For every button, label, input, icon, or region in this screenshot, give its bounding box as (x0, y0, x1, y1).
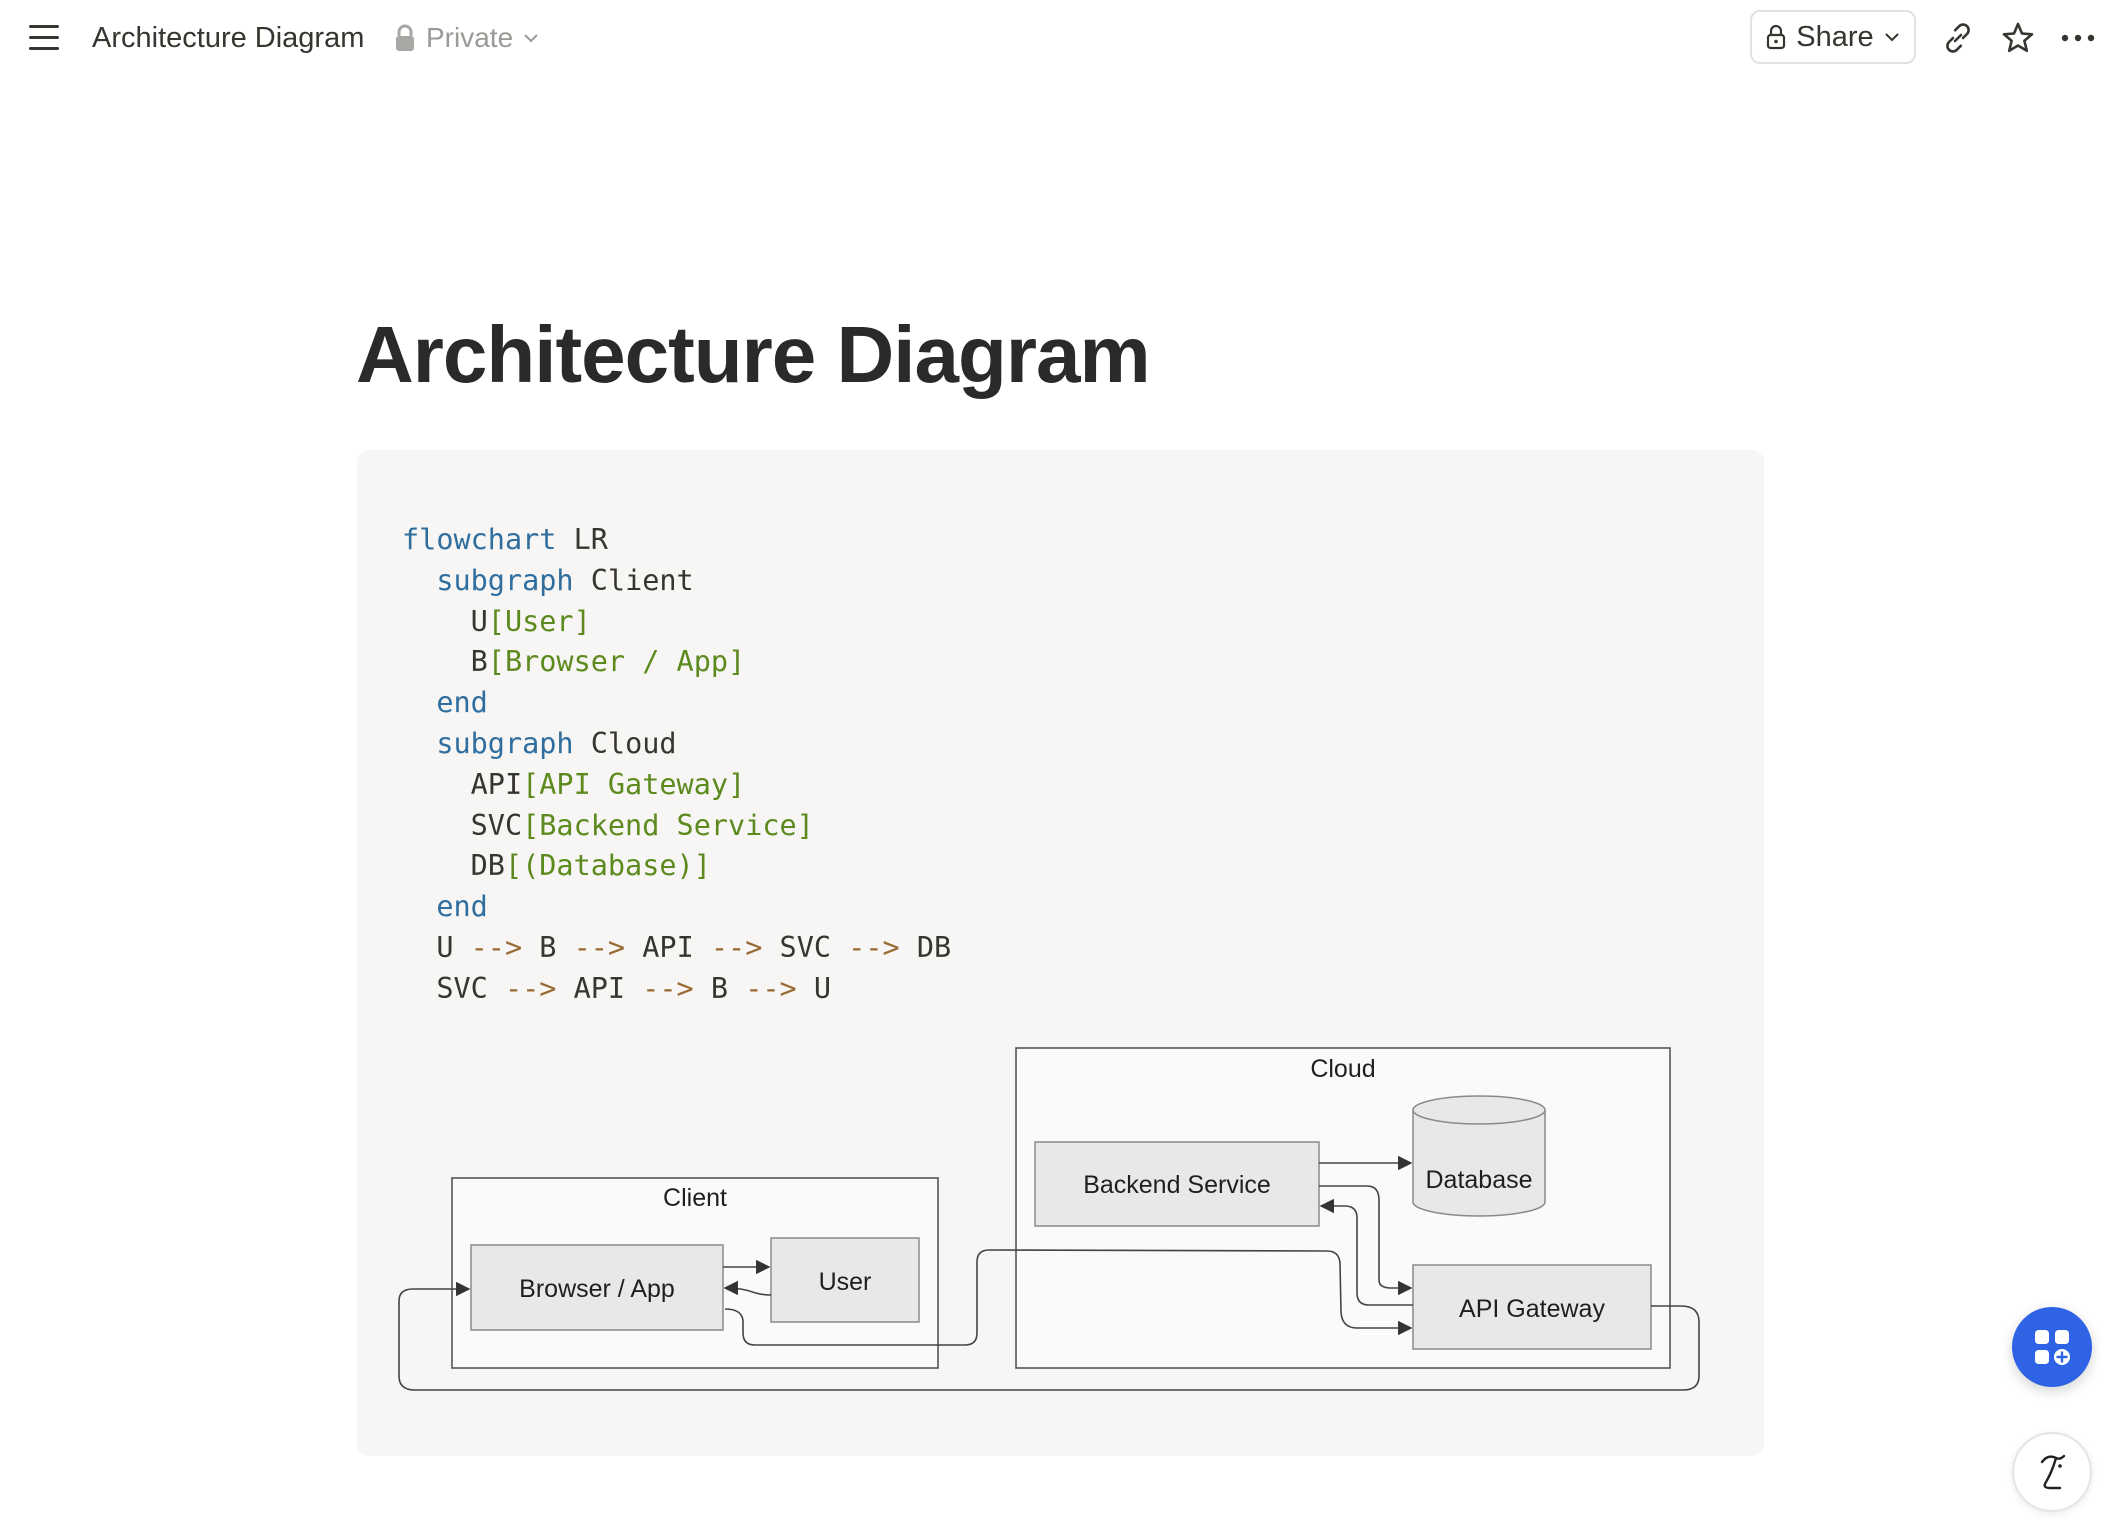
node-database-label: Database (1425, 1166, 1532, 1194)
privacy-dropdown[interactable]: Private (394, 20, 539, 56)
chevron-down-icon (1884, 33, 1899, 42)
link-icon[interactable] (1938, 18, 1978, 58)
architecture-diagram: Cloud Client Browser / App User Backend … (398, 1047, 1700, 1391)
subgraph-client-label: Client (663, 1184, 727, 1212)
apps-add-icon (2035, 1330, 2070, 1365)
lock-icon (396, 24, 414, 51)
page-title[interactable]: Architecture Diagram (356, 305, 1151, 405)
mermaid-code-block[interactable]: flowchart LR subgraph Client U[User] B[B… (357, 450, 1764, 1456)
node-browser-app-label: Browser / App (519, 1275, 675, 1303)
node-user-label: User (819, 1268, 872, 1296)
privacy-label: Private (426, 22, 514, 53)
node-database (1412, 1095, 1546, 1217)
node-api-gateway-label: API Gateway (1459, 1295, 1605, 1323)
top-bar: Architecture Diagram Private Share (0, 0, 2120, 78)
share-label: Share (1796, 20, 1874, 53)
chevron-down-icon (524, 34, 538, 43)
breadcrumb-page-title[interactable]: Architecture Diagram (92, 20, 364, 56)
apps-add-button[interactable] (2012, 1307, 2092, 1387)
subgraph-cloud-label: Cloud (1310, 1055, 1375, 1083)
lock-icon (1767, 24, 1786, 50)
assistant-icon (2040, 1454, 2066, 1490)
share-button[interactable]: Share (1750, 10, 1916, 64)
menu-icon[interactable] (26, 20, 62, 56)
node-backend-service-label: Backend Service (1083, 1171, 1271, 1199)
star-icon[interactable] (1998, 18, 2038, 58)
more-horizontal-icon[interactable] (2058, 18, 2098, 58)
assistant-button[interactable] (2012, 1432, 2092, 1512)
